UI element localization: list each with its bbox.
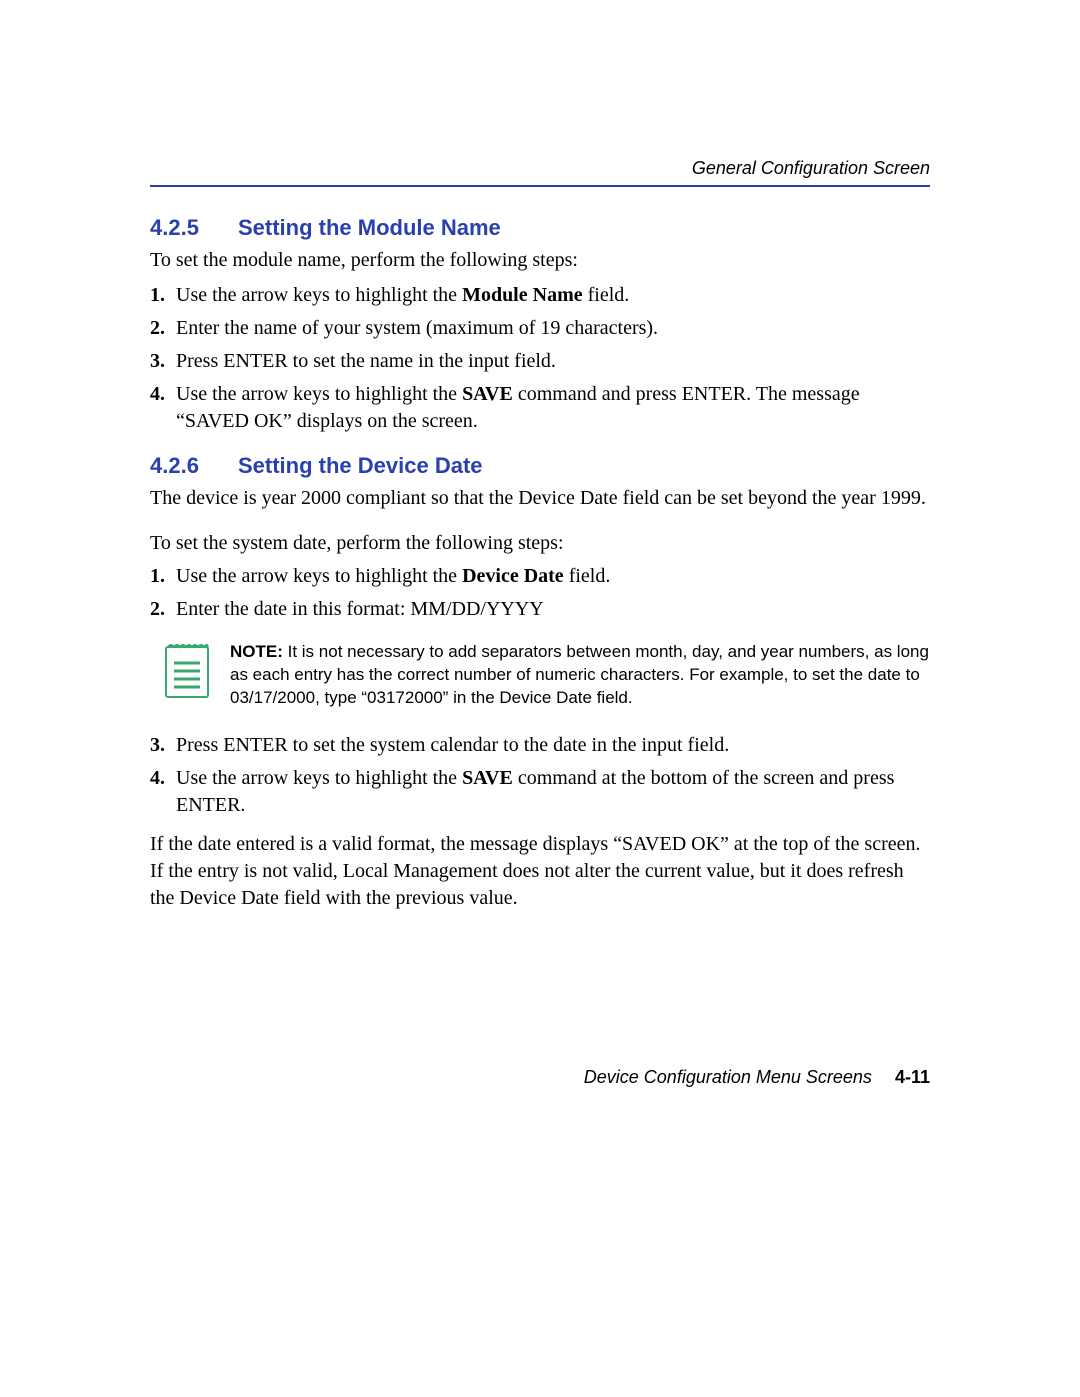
note-callout: NOTE: It is not necessary to add separat… <box>164 641 930 710</box>
step-item: 4.Use the arrow keys to highlight the SA… <box>150 381 930 435</box>
section-title: Setting the Module Name <box>238 215 501 240</box>
footer-text: Device Configuration Menu Screens <box>584 1067 872 1087</box>
step-item: 1.Use the arrow keys to highlight the Mo… <box>150 282 930 309</box>
step-marker: 4. <box>150 765 165 792</box>
page-body: General Configuration Screen 4.2.5Settin… <box>150 158 930 918</box>
page-footer: Device Configuration Menu Screens 4-11 <box>150 1067 930 1088</box>
note-text: NOTE: It is not necessary to add separat… <box>230 641 930 710</box>
step-item: 1.Use the arrow keys to highlight the De… <box>150 563 930 590</box>
section-title: Setting the Device Date <box>238 453 483 478</box>
steps-list-2a: 1.Use the arrow keys to highlight the De… <box>150 563 930 623</box>
section-number: 4.2.5 <box>150 215 238 241</box>
intro-text: To set the system date, perform the foll… <box>150 530 930 557</box>
page-number: 4-11 <box>895 1067 930 1087</box>
step-item: 3.Press ENTER to set the name in the inp… <box>150 348 930 375</box>
step-item: 2.Enter the name of your system (maximum… <box>150 315 930 342</box>
section-number: 4.2.6 <box>150 453 238 479</box>
steps-list-1: 1.Use the arrow keys to highlight the Mo… <box>150 282 930 435</box>
section-heading-425: 4.2.5Setting the Module Name <box>150 215 930 241</box>
steps-list-2b: 3.Press ENTER to set the system calendar… <box>150 732 930 819</box>
step-marker: 2. <box>150 315 165 342</box>
closing-paragraph: If the date entered is a valid format, t… <box>150 831 930 912</box>
step-marker: 3. <box>150 348 165 375</box>
step-marker: 1. <box>150 282 165 309</box>
note-icon <box>164 641 212 706</box>
step-marker: 1. <box>150 563 165 590</box>
step-marker: 2. <box>150 596 165 623</box>
step-item: 2.Enter the date in this format: MM/DD/Y… <box>150 596 930 623</box>
note-label: NOTE: <box>230 642 283 661</box>
step-item: 4.Use the arrow keys to highlight the SA… <box>150 765 930 819</box>
section-heading-426: 4.2.6Setting the Device Date <box>150 453 930 479</box>
running-header: General Configuration Screen <box>150 158 930 187</box>
step-marker: 3. <box>150 732 165 759</box>
intro-text: The device is year 2000 compliant so tha… <box>150 485 930 512</box>
intro-text: To set the module name, perform the foll… <box>150 247 930 274</box>
step-item: 3.Press ENTER to set the system calendar… <box>150 732 930 759</box>
step-marker: 4. <box>150 381 165 408</box>
